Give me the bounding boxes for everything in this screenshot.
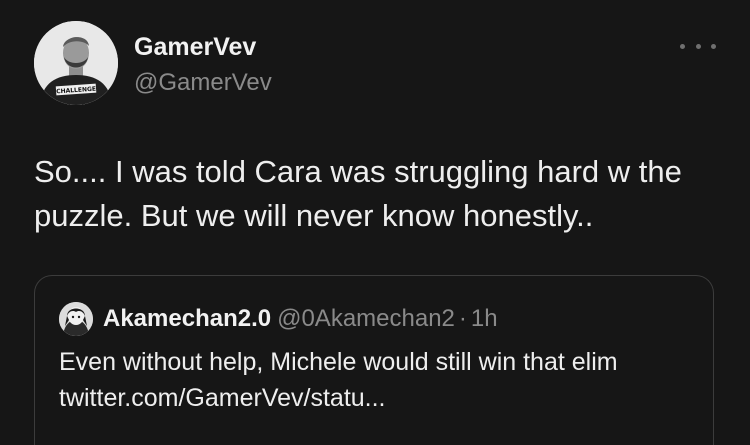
more-dot — [711, 43, 716, 49]
more-dot — [695, 43, 701, 49]
quoted-tweet[interactable]: Akamechan2.0 @0Akamechan2 · 1h Even without… — [34, 275, 714, 445]
quoted-author-avatar[interactable] — [59, 302, 93, 336]
quoted-avatar-image — [59, 302, 93, 336]
author-avatar[interactable]: CHALLENGE — [34, 21, 118, 105]
quoted-author-display-name[interactable]: Akamechan2.0 — [103, 305, 271, 332]
quoted-tweet-text: Even without help, Michele would still w… — [59, 348, 618, 412]
author-display-name[interactable]: GamerVev — [134, 32, 256, 62]
more-dot — [680, 43, 685, 49]
author-handle[interactable]: @GamerVev — [134, 68, 272, 98]
quoted-tweet-header: Akamechan2.0 @0Akamechan2 · 1h — [103, 304, 498, 334]
tweet-text: So.... I was told Cara was struggling ha… — [34, 154, 691, 233]
quoted-author-handle[interactable]: @0Akamechan2 — [277, 305, 455, 332]
quoted-separator: · — [458, 305, 467, 332]
quoted-timestamp[interactable]: 1h — [471, 305, 498, 332]
author-avatar-image: CHALLENGE — [34, 21, 118, 105]
more-options-icon[interactable] — [680, 36, 716, 56]
